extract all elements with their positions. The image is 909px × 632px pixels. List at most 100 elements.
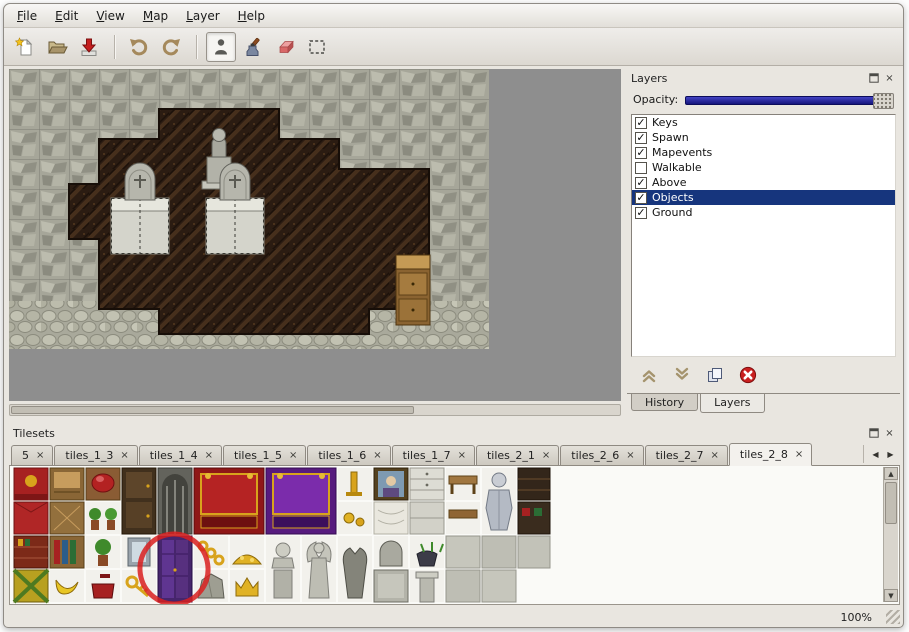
- redo-button[interactable]: [156, 32, 186, 62]
- scrollbar-thumb[interactable]: [885, 482, 897, 524]
- tile-dark-cabinet[interactable]: [122, 468, 156, 534]
- selection-tool-button[interactable]: [302, 32, 332, 62]
- menu-file[interactable]: File: [8, 6, 46, 26]
- tile-knight-armor[interactable]: [482, 468, 516, 534]
- tile-tombstone[interactable]: [374, 536, 408, 568]
- stamp-tool-button[interactable]: [206, 32, 236, 62]
- tile-yellow-banner[interactable]: [14, 570, 48, 602]
- undo-button[interactable]: [124, 32, 154, 62]
- menu-edit[interactable]: Edit: [46, 6, 87, 26]
- tileset-tab-tiles_2_6[interactable]: tiles_2_6×: [560, 445, 643, 465]
- tile-dark-shelf[interactable]: [518, 468, 550, 500]
- tile-wooden-bench-2[interactable]: [446, 502, 480, 534]
- tile-boulder[interactable]: [194, 570, 228, 602]
- lower-layer-button[interactable]: [670, 363, 694, 387]
- tab-close-icon[interactable]: ×: [373, 450, 381, 461]
- tile-wooden-bench[interactable]: [446, 468, 480, 500]
- tileset-tab-5[interactable]: 5×: [11, 445, 53, 465]
- raise-layer-button[interactable]: [637, 363, 661, 387]
- open-file-button[interactable]: [42, 32, 72, 62]
- layer-visibility-checkbox[interactable]: ✓: [635, 132, 647, 144]
- tile-pillar[interactable]: [410, 570, 444, 602]
- map-horizontal-scrollbar[interactable]: [9, 404, 621, 416]
- duplicate-layer-button[interactable]: [703, 363, 727, 387]
- menu-layer[interactable]: Layer: [177, 6, 228, 26]
- scroll-tabs-left-icon[interactable]: ◀: [868, 445, 883, 463]
- panel-tab-layers[interactable]: Layers: [700, 394, 764, 413]
- tab-close-icon[interactable]: ×: [542, 450, 550, 461]
- tile-white-dresser-2[interactable]: [410, 502, 444, 534]
- tile-stone-floor[interactable]: [518, 536, 550, 568]
- close-panel-icon[interactable]: ×: [883, 427, 896, 440]
- tile-gold-chain[interactable]: [194, 536, 228, 568]
- tab-close-icon[interactable]: ×: [120, 450, 128, 461]
- tile-gold-pile[interactable]: [230, 536, 264, 568]
- tileset-tab-tiles_1_5[interactable]: tiles_1_5×: [223, 445, 306, 465]
- delete-layer-button[interactable]: [736, 363, 760, 387]
- tileset-vertical-scrollbar[interactable]: ▲ ▼: [883, 467, 898, 602]
- tile-potted-plants[interactable]: [86, 502, 120, 534]
- tile-dark-shelf-2[interactable]: [518, 502, 550, 534]
- tile-gargoyle[interactable]: [338, 536, 372, 602]
- tileset-tab-tiles_2_7[interactable]: tiles_2_7×: [645, 445, 728, 465]
- scroll-down-icon[interactable]: ▼: [884, 589, 898, 602]
- tile-white-dresser[interactable]: [410, 468, 444, 500]
- tileset-tab-tiles_1_6[interactable]: tiles_1_6×: [307, 445, 390, 465]
- layer-visibility-checkbox[interactable]: ✓: [635, 147, 647, 159]
- layer-visibility-checkbox[interactable]: ✓: [635, 192, 647, 204]
- tile-red-bookshelf[interactable]: [14, 536, 48, 568]
- save-button[interactable]: [74, 32, 104, 62]
- tile-plant[interactable]: [86, 536, 120, 568]
- close-panel-icon[interactable]: ×: [883, 72, 896, 85]
- tile-gold-crown[interactable]: [230, 570, 264, 602]
- tileset-tab-tiles_1_4[interactable]: tiles_1_4×: [139, 445, 222, 465]
- tileset-tab-tiles_1_3[interactable]: tiles_1_3×: [54, 445, 137, 465]
- tab-close-icon[interactable]: ×: [795, 449, 803, 460]
- tab-close-icon[interactable]: ×: [626, 450, 634, 461]
- float-panel-icon[interactable]: [867, 427, 880, 440]
- layer-row-spawn[interactable]: ✓Spawn: [632, 130, 895, 145]
- tile-tomb-base[interactable]: [374, 570, 408, 602]
- tile-vase[interactable]: [410, 536, 444, 568]
- tile-loom-2[interactable]: [50, 502, 84, 534]
- eraser-tool-button[interactable]: [270, 32, 300, 62]
- tileset-tab-tiles_1_7[interactable]: tiles_1_7×: [392, 445, 475, 465]
- tile-cloth[interactable]: [374, 502, 408, 534]
- tile-loom[interactable]: [50, 468, 84, 500]
- tile-stone-bust[interactable]: [266, 536, 300, 602]
- tile-purple-door[interactable]: [158, 536, 192, 602]
- tile-gold-trinkets[interactable]: [338, 502, 372, 534]
- resize-grip[interactable]: [886, 610, 900, 624]
- tile-angel-statue[interactable]: [302, 536, 336, 602]
- menu-help[interactable]: Help: [229, 6, 274, 26]
- tileset-grid[interactable]: [12, 466, 552, 604]
- tab-close-icon[interactable]: ×: [289, 450, 297, 461]
- fill-tool-button[interactable]: [238, 32, 268, 62]
- layer-row-objects[interactable]: ✓Objects: [632, 190, 895, 205]
- tile-red-banner[interactable]: [14, 468, 48, 500]
- tile-red-throne[interactable]: [194, 468, 264, 534]
- layer-row-ground[interactable]: ✓Ground: [632, 205, 895, 220]
- float-panel-icon[interactable]: [867, 72, 880, 85]
- tab-close-icon[interactable]: ×: [205, 450, 213, 461]
- tab-close-icon[interactable]: ×: [36, 450, 44, 461]
- layer-row-mapevents[interactable]: ✓Mapevents: [632, 145, 895, 160]
- menu-view[interactable]: View: [87, 6, 133, 26]
- tab-close-icon[interactable]: ×: [458, 450, 466, 461]
- scrollbar-thumb[interactable]: [11, 406, 414, 414]
- tile-red-pot[interactable]: [86, 570, 120, 602]
- menu-map[interactable]: Map: [134, 6, 177, 26]
- tile-bananas[interactable]: [50, 570, 84, 602]
- opacity-slider-handle[interactable]: [873, 93, 894, 109]
- layer-row-keys[interactable]: ✓Keys: [632, 115, 895, 130]
- tile-purple-throne[interactable]: [266, 468, 336, 534]
- layer-visibility-checkbox[interactable]: ✓: [635, 117, 647, 129]
- tile-red-banner-2[interactable]: [14, 502, 48, 534]
- layer-row-above[interactable]: ✓Above: [632, 175, 895, 190]
- tile-stone-floor-block[interactable]: [446, 536, 516, 602]
- tile-red-cushion[interactable]: [86, 468, 120, 500]
- tileset-tab-tiles_2_1[interactable]: tiles_2_1×: [476, 445, 559, 465]
- tile-portrait[interactable]: [374, 468, 408, 500]
- map-canvas[interactable]: [9, 69, 621, 401]
- panel-tab-history[interactable]: History: [631, 394, 698, 411]
